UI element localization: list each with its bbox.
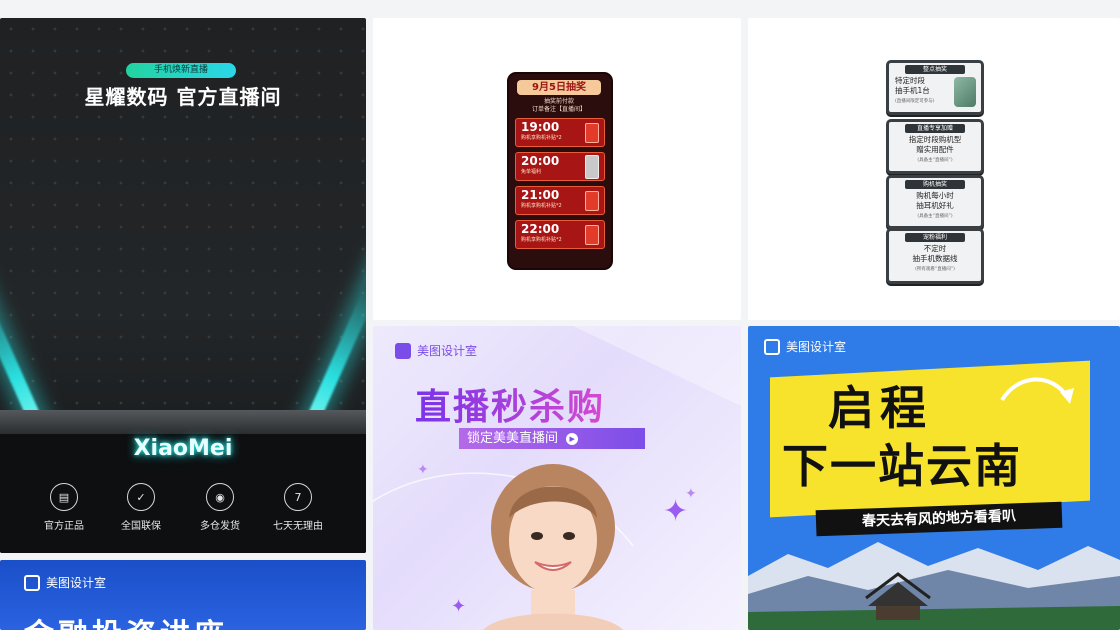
benefit-text: 不定时 抽手机数据线 — [912, 244, 958, 263]
brand-neon-text: XiaoMei — [133, 436, 233, 461]
template-card-finance[interactable]: 美图设计室 金融投资讲座 — [0, 560, 366, 630]
location-icon: ◉ — [206, 483, 234, 511]
meitu-logo-icon — [764, 338, 780, 355]
benefit-box: 整点抽奖 特定时段 抽手机1台 (直播间限定可参与) — [886, 60, 984, 115]
feature-label: 七天无理由 — [273, 521, 323, 532]
benefit-note: (具备主“直播间”) — [917, 214, 953, 219]
benefit-text: 购机每小时 抽耳机好礼 — [916, 191, 954, 210]
benefit-note: (具备主“直播间”) — [917, 158, 953, 163]
shield-icon: ✓ — [127, 483, 155, 511]
lottery-subtitle-line: 订单备注【直播间】 — [531, 106, 586, 113]
feature-item: ✓ 全国联保 — [101, 483, 181, 532]
meitu-logo: 美图设计室 — [24, 574, 106, 591]
benefit-box: 宠粉福利 不定时 抽手机数据线 (所有观看“直播间”) — [886, 228, 984, 284]
curved-arrow-icon — [1000, 377, 1074, 404]
live-pill-badge: 手机焕新直播 — [126, 63, 236, 78]
template-card-benefits[interactable]: 整点抽奖 特定时段 抽手机1台 (直播间限定可参与) 直播专享加赠 指定时段购机… — [748, 18, 1120, 320]
lottery-slot: 21:00 购机享购机补贴*2 — [515, 186, 605, 215]
lottery-slot: 22:00 购机享购机补贴*2 — [515, 220, 605, 249]
slot-desc: 购机享购机补贴*2 — [521, 237, 562, 243]
sparkle-icon: ✦ — [451, 596, 467, 617]
benefit-head: 直播专享加赠 — [905, 124, 965, 133]
flash-sale-title: 直播秒杀购 — [415, 378, 605, 430]
benefit-box: 购机抽奖 购机每小时 抽耳机好礼 (具备主“直播间”) — [886, 175, 984, 229]
slot-time: 21:00 — [521, 188, 560, 202]
finance-title: 金融投资讲座 — [24, 610, 228, 630]
template-card-live-studio[interactable]: 手机焕新直播 星耀数码 官方直播间 XiaoMei ▤ 官方正品 ✓ 全国联保 … — [0, 18, 366, 553]
model-portrait-image — [483, 464, 623, 630]
lottery-subtitle-line: 抽奖前付款 — [543, 98, 574, 105]
benefit-text: 指定时段购机型 赠实用配件 — [908, 135, 962, 154]
template-card-travel[interactable]: 美图设计室 启程 下一站云南 春天去有风的地方看看叭 — [748, 326, 1120, 630]
benefit-note: (所有观看“直播间”) — [915, 267, 955, 272]
stage-ledge — [0, 410, 366, 434]
slot-desc: 购机享购机补贴*2 — [521, 135, 562, 141]
play-circle-icon: ▶ — [566, 432, 579, 445]
phone-prize-icon — [954, 77, 976, 107]
sparkle-icon: ✦ — [685, 486, 697, 502]
feature-item: 7 七天无理由 — [258, 483, 338, 532]
travel-headline-2: 下一站云南 — [782, 439, 1022, 493]
lottery-subtitle: 抽奖前付款 订单备注【直播间】 — [509, 98, 609, 114]
shop-icon: ▤ — [50, 483, 78, 511]
lottery-phone-mockup: 9月5日抽奖 抽奖前付款 订单备注【直播间】 19:00 购机享购机补贴*2 2… — [507, 72, 613, 270]
slot-desc: 购机享购机补贴*2 — [521, 203, 562, 209]
template-card-flash-sale[interactable]: 美图设计室 直播秒杀购 锁定美美直播间 ▶ ✦ ✦ ✦ ✦ — [373, 326, 741, 630]
slot-time: 19:00 — [521, 120, 560, 134]
meitu-logo: 美图设计室 — [395, 342, 477, 359]
slot-time: 20:00 — [521, 154, 560, 168]
meitu-logo-icon — [24, 574, 40, 591]
feature-item: ◉ 多仓发货 — [180, 483, 260, 532]
slot-time: 22:00 — [521, 222, 560, 236]
lottery-slot: 19:00 购机享购机补贴*2 — [515, 118, 605, 147]
template-card-lottery[interactable]: 9月5日抽奖 抽奖前付款 订单备注【直播间】 19:00 购机享购机补贴*2 2… — [373, 18, 741, 320]
meitu-logo-text: 美图设计室 — [417, 344, 478, 358]
benefit-box: 直播专享加赠 指定时段购机型 赠实用配件 (具备主“直播间”) — [886, 119, 984, 174]
lottery-header: 9月5日抽奖 — [517, 80, 601, 95]
meitu-logo-icon — [395, 342, 411, 359]
feature-label: 全国联保 — [121, 521, 161, 532]
travel-headline-1: 启程 — [828, 381, 932, 435]
gift-card-icon — [585, 225, 599, 245]
benefit-head: 整点抽奖 — [905, 65, 965, 74]
feature-label: 多仓发货 — [200, 521, 240, 532]
seven-days-icon: 7 — [284, 483, 312, 511]
meitu-logo: 美图设计室 — [764, 338, 846, 355]
gift-card-icon — [585, 191, 599, 211]
meitu-logo-text: 美图设计室 — [46, 576, 107, 590]
benefit-head: 宠粉福利 — [905, 233, 965, 242]
mountain-landscape-image — [748, 542, 1120, 630]
feature-item: ▤ 官方正品 — [24, 483, 104, 532]
gift-card-icon — [585, 123, 599, 143]
slot-desc: 免单福利 — [521, 169, 542, 175]
feature-label: 官方正品 — [44, 521, 84, 532]
flash-sale-bar: 锁定美美直播间 ▶ — [459, 428, 645, 449]
lottery-slot: 20:00 免单福利 — [515, 152, 605, 181]
sparkle-icon: ✦ — [417, 462, 429, 478]
meitu-logo-text: 美图设计室 — [786, 340, 847, 354]
benefit-head: 购机抽奖 — [905, 180, 965, 189]
phone-prize-icon — [585, 155, 599, 179]
studio-title: 星耀数码 官方直播间 — [84, 85, 282, 109]
flash-sale-bar-text: 锁定美美直播间 — [467, 431, 559, 446]
